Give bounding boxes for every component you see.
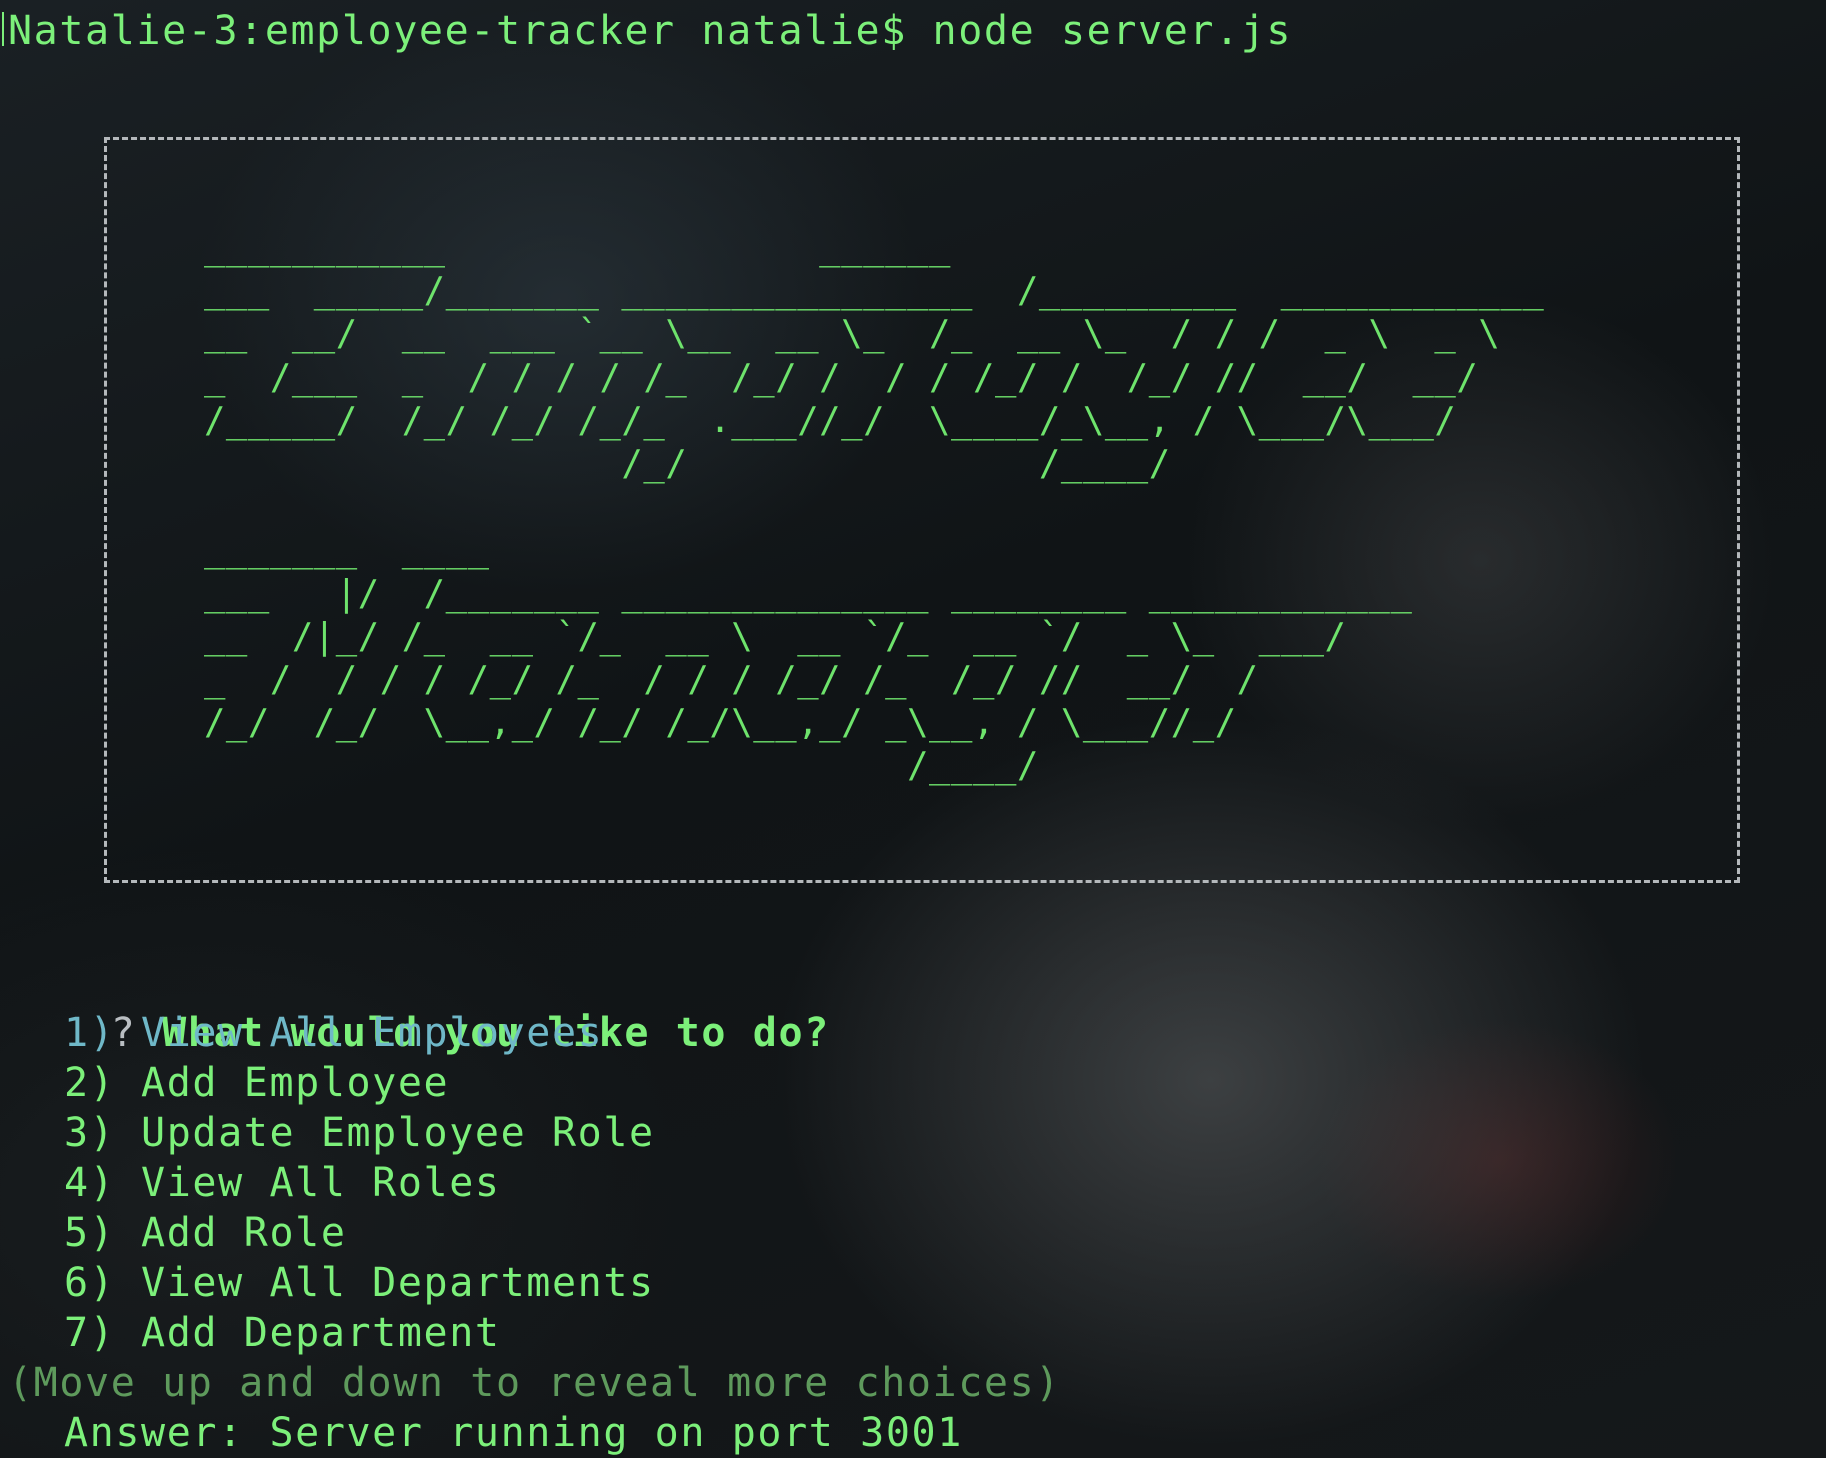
terminal-window[interactable]: Natalie-3:employee-tracker natalie$ node… xyxy=(0,0,1826,1458)
ascii-banner: ___________ ______ ___ _____/_______ ___… xyxy=(203,227,1545,787)
choice-item[interactable]: 4) View All Roles xyxy=(64,1158,501,1208)
choice-item[interactable]: 2) Add Employee xyxy=(64,1058,449,1108)
scroll-hint: (Move up and down to reveal more choices… xyxy=(8,1360,1061,1406)
choice-item[interactable]: 6) View All Departments xyxy=(64,1258,655,1308)
choice-item-selected[interactable]: 1) View All Employees xyxy=(64,1008,603,1058)
choice-item[interactable]: 3) Update Employee Role xyxy=(64,1108,655,1158)
answer-line: Answer: Server running on port 3001 xyxy=(64,1410,963,1456)
choice-item[interactable]: 7) Add Department xyxy=(64,1308,501,1358)
command-line: Natalie-3:employee-tracker natalie$ node… xyxy=(8,8,1293,54)
choice-item[interactable]: 5) Add Role xyxy=(64,1208,347,1258)
